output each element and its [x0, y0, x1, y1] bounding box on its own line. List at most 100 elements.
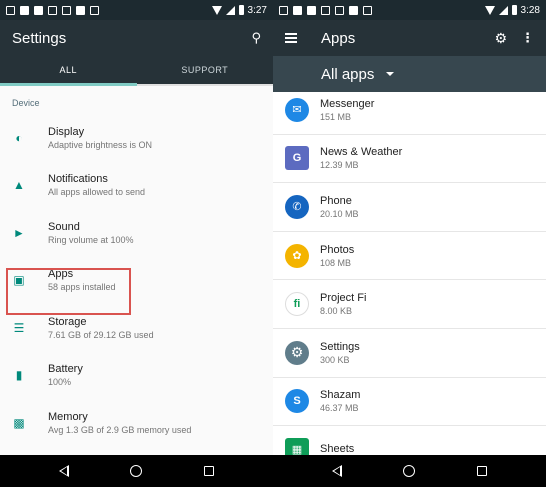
notification-icons — [6, 5, 212, 15]
item-subtitle: 100% — [48, 377, 72, 388]
settings-item-sound[interactable]: ► Sound Ring volume at 100% — [0, 209, 273, 257]
app-name: Project Fi — [320, 292, 367, 305]
app-item-photos[interactable]: ✿ Photos 108 MB — [273, 232, 546, 281]
settings-item-battery[interactable]: ▮ Battery 100% — [0, 352, 273, 400]
settings-item-memory[interactable]: ▩ Memory Avg 1.3 GB of 2.9 GB memory used — [0, 399, 273, 447]
app-size: 46.37 MB — [320, 403, 359, 414]
notification-icon — [76, 5, 85, 15]
highlight-box — [6, 268, 131, 315]
app-size: 151 MB — [320, 111, 352, 122]
gmail-icon — [6, 5, 15, 15]
tab-all[interactable]: ALL — [0, 56, 137, 86]
page-title: Apps — [321, 29, 356, 47]
item-subtitle: Adaptive brightness is ON — [48, 139, 153, 150]
app-list: ✉ Messenger 151 MB G News & Weather 12.39 … — [273, 86, 546, 475]
photos-icon: ✿ — [285, 243, 309, 268]
project-fi-icon: fi — [285, 292, 309, 317]
apps-screen: 3:28 Apps ⚙ ⋮ All apps ✉ Messenger 151 MB… — [273, 0, 546, 487]
tab-bar: ALL SUPPORT — [0, 56, 273, 86]
recents-button[interactable] — [477, 466, 488, 476]
item-subtitle: 7.61 GB of 29.12 GB used — [48, 329, 154, 340]
app-bar: Apps ⚙ ⋮ — [273, 20, 546, 56]
item-subtitle: All apps allowed to send — [48, 187, 146, 198]
tab-support[interactable]: SUPPORT — [137, 56, 274, 84]
app-item-messenger[interactable]: ✉ Messenger 151 MB — [273, 86, 546, 135]
notification-icon — [307, 5, 316, 15]
app-item-news-weather[interactable]: G News & Weather 12.39 MB — [273, 135, 546, 184]
memory-icon: ▩ — [13, 415, 25, 430]
page-title: Settings — [12, 29, 67, 47]
app-item-settings[interactable]: ⚙ Settings 300 KB — [273, 329, 546, 378]
screenshot-root: 3:27 Settings ⚲ ALL SUPPORT Device ◐ Dis… — [0, 0, 546, 487]
phone-icon: ✆ — [285, 194, 309, 219]
item-title: Battery — [48, 363, 83, 376]
settings-item-display[interactable]: ◐ Display Adaptive brightness is ON — [0, 114, 273, 162]
status-bar: 3:28 — [273, 0, 546, 20]
item-title: Storage — [48, 315, 87, 328]
notification-icon — [62, 5, 71, 15]
shazam-icon: S — [285, 389, 309, 414]
settings-item-notifications[interactable]: ▲ Notifications All apps allowed to send — [0, 162, 273, 210]
home-button[interactable] — [403, 465, 416, 477]
notification-icon — [349, 5, 358, 15]
app-name: Photos — [320, 243, 355, 256]
gmail-icon — [279, 5, 288, 15]
app-name: Messenger — [320, 97, 375, 110]
signal-icon — [498, 5, 508, 15]
app-size: 12.39 MB — [320, 160, 359, 171]
gear-icon: ⚙ — [285, 340, 309, 365]
app-item-shazam[interactable]: S Shazam 46.37 MB — [273, 378, 546, 427]
back-button[interactable] — [58, 465, 69, 477]
app-size: 300 KB — [320, 354, 350, 365]
nav-bar — [273, 455, 546, 487]
notification-icon — [293, 5, 302, 15]
app-item-project-fi[interactable]: fi Project Fi 8.00 KB — [273, 280, 546, 329]
gear-icon[interactable]: ⚙ — [494, 30, 507, 47]
messenger-icon: ✉ — [285, 97, 309, 122]
app-name: Sheets — [320, 442, 355, 455]
more-options-icon[interactable]: ⋮ — [521, 30, 534, 46]
recents-button[interactable] — [204, 466, 215, 476]
home-button[interactable] — [130, 465, 143, 477]
app-name: Settings — [320, 340, 360, 353]
battery-status-icon — [238, 5, 244, 15]
signal-icon — [225, 5, 235, 15]
image-icon — [321, 5, 330, 15]
item-title: Notifications — [48, 173, 108, 186]
status-time: 3:27 — [247, 4, 267, 16]
back-button[interactable] — [331, 465, 342, 477]
nav-bar — [0, 455, 273, 487]
status-time: 3:28 — [520, 4, 540, 16]
app-name: News & Weather — [320, 146, 403, 159]
app-item-phone[interactable]: ✆ Phone 20.10 MB — [273, 183, 546, 232]
menu-icon[interactable] — [285, 32, 297, 44]
item-title: Sound — [48, 220, 80, 233]
filter-label: All apps — [321, 65, 375, 83]
app-size: 20.10 MB — [320, 208, 359, 219]
wifi-icon — [484, 5, 495, 15]
app-name: Phone — [320, 194, 352, 207]
wifi-icon — [211, 5, 222, 15]
bell-icon: ▲ — [13, 178, 25, 193]
chevron-down-icon — [386, 72, 395, 76]
notification-icon — [335, 5, 344, 15]
item-title: Display — [48, 125, 85, 138]
notification-icons — [279, 5, 485, 15]
storage-icon: ☰ — [13, 320, 25, 335]
notification-icon — [20, 5, 29, 15]
app-bar: Settings ⚲ — [0, 20, 273, 56]
settings-screen: 3:27 Settings ⚲ ALL SUPPORT Device ◐ Dis… — [0, 0, 273, 487]
battery-status-icon — [511, 5, 517, 15]
app-size: 8.00 KB — [320, 306, 353, 317]
battery-icon: ▮ — [15, 368, 23, 383]
news-weather-icon: G — [285, 146, 309, 171]
notification-icon — [34, 5, 43, 15]
item-title: Memory — [48, 410, 88, 423]
notification-icon — [90, 5, 99, 15]
app-name: Shazam — [320, 389, 361, 402]
image-icon — [48, 5, 57, 15]
search-icon[interactable]: ⚲ — [251, 30, 261, 46]
volume-icon: ► — [13, 225, 25, 240]
status-bar: 3:27 — [0, 0, 273, 20]
notification-icon — [363, 5, 372, 15]
